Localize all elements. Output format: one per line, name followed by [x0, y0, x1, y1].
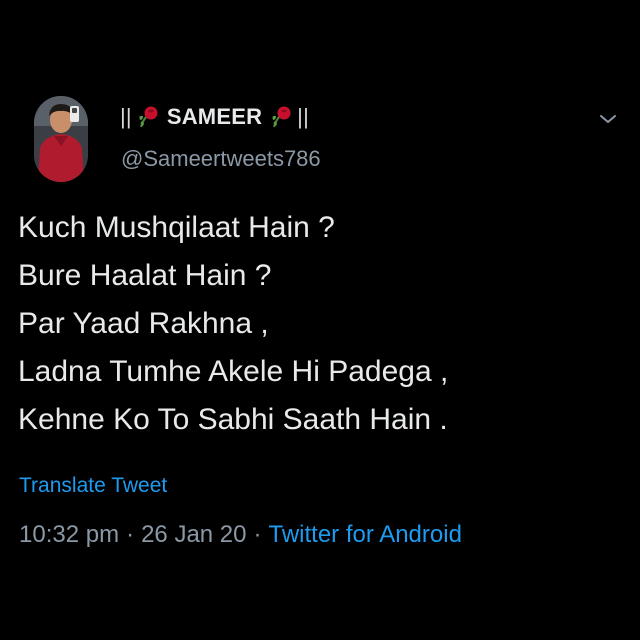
display-name: SAMEER [166, 104, 263, 129]
display-name-row[interactable]: || SAMEER || [120, 104, 309, 130]
tweet-line: Bure Haalat Hain ? [18, 259, 272, 292]
tweet-line: Kuch Mushqilaat Hain ? [18, 211, 335, 244]
tweet-source-link[interactable]: Twitter for Android [269, 521, 462, 548]
tweet-text: Kuch Mushqilaat Hain ? Bure Haalat Hain … [18, 204, 618, 444]
tweet-time[interactable]: 10:32 pm [19, 521, 119, 548]
tweet-line: Kehne Ko To Sabhi Saath Hain . [18, 403, 448, 436]
tweet-date[interactable]: 26 Jan 20 [141, 521, 246, 548]
tweet-line: Ladna Tumhe Akele Hi Padega , [18, 355, 449, 388]
user-handle[interactable]: @Sameertweets786 [121, 146, 321, 172]
tweet-meta: 10:32 pm · 26 Jan 20 · Twitter for Android [19, 521, 462, 549]
meta-separator: · [253, 521, 262, 548]
rose-emoji-icon [270, 105, 292, 129]
avatar[interactable] [34, 96, 88, 182]
tweet-card: || SAMEER || @Sameertweets786 Kuch Mushq… [0, 0, 640, 640]
rose-emoji-icon [137, 105, 159, 129]
chevron-down-icon[interactable] [598, 112, 618, 126]
translate-tweet-link[interactable]: Translate Tweet [19, 474, 167, 498]
name-suffix: || [297, 104, 310, 129]
tweet-line: Par Yaad Rakhna , [18, 307, 269, 340]
name-prefix: || [120, 104, 132, 129]
meta-separator: · [126, 521, 135, 548]
